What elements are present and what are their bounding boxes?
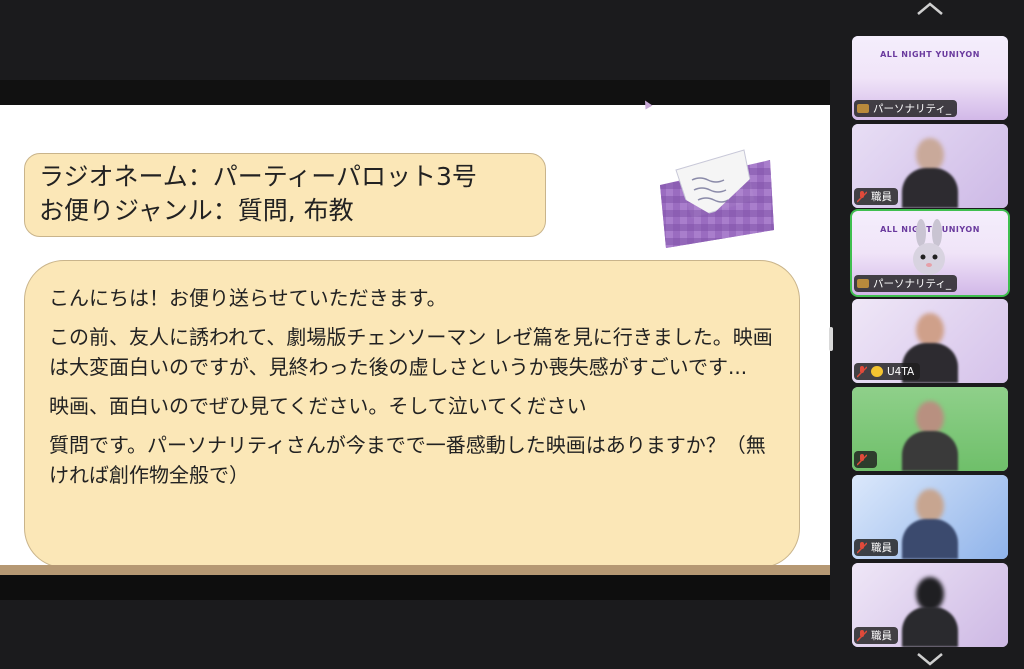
participant-name-tag: U4TA bbox=[854, 363, 921, 380]
mic-muted-icon bbox=[857, 629, 867, 642]
letter-message-box: こんにちは！お便り送らせていただきます。 この前、友人に誘われて、劇場版チェンソ… bbox=[24, 260, 800, 568]
participant-name-tag: 職員 bbox=[854, 539, 898, 556]
participant-tile[interactable]: U4TA bbox=[852, 299, 1008, 383]
participant-name-tag: 職員 bbox=[854, 188, 898, 205]
participant-tile[interactable]: 職員 bbox=[852, 563, 1008, 647]
radio-icon bbox=[857, 104, 869, 113]
participant-tile-active[interactable]: ALL NIGHT YUNIYON パーソナリティ_ bbox=[850, 209, 1010, 297]
radio-icon bbox=[857, 279, 869, 288]
genre-line: お便りジャンル：質問, 布教 bbox=[39, 196, 354, 225]
participant-tile[interactable] bbox=[852, 387, 1008, 471]
participant-panel: ALL NIGHT YUNIYON パーソナリティ_ 職員 ALL NIGHT … bbox=[850, 36, 1010, 648]
participant-tile[interactable]: ALL NIGHT YUNIYON パーソナリティ_ bbox=[852, 36, 1008, 120]
slide-bottom-strip bbox=[0, 575, 830, 600]
chevron-up-icon[interactable] bbox=[916, 2, 944, 16]
slide-footer-bar bbox=[0, 565, 830, 575]
shared-screen: ラジオネーム：パーティーパロット3号 お便りジャンル：質問, 布教 こんにちは！… bbox=[0, 80, 830, 600]
radio-name-line: ラジオネーム：パーティーパロット3号 bbox=[39, 162, 477, 191]
rabbit-avatar-icon bbox=[913, 219, 945, 275]
message-paragraph: 質問です。パーソナリティさんが今までで一番感動した映画はありますか？（無ければ創… bbox=[49, 433, 766, 487]
message-paragraph: この前、友人に誘われて、劇場版チェンソーマン レゼ篇を見に行きました。映画は大変… bbox=[49, 325, 773, 379]
participant-name-tag: パーソナリティ_ bbox=[854, 100, 958, 117]
slide: ラジオネーム：パーティーパロット3号 お便りジャンル：質問, 布教 こんにちは！… bbox=[0, 105, 830, 572]
participant-video bbox=[902, 577, 958, 647]
poster-title: ALL NIGHT YUNIYON bbox=[880, 50, 980, 59]
meeting-window: ラジオネーム：パーティーパロット3号 お便りジャンル：質問, 布教 こんにちは！… bbox=[0, 0, 1024, 669]
message-paragraph: 映画、面白いのでぜひ見てください。そして泣いてください bbox=[49, 394, 587, 418]
participant-name-tag: パーソナリティ_ bbox=[854, 275, 958, 292]
participant-name: パーソナリティ_ bbox=[873, 278, 952, 290]
participant-name: 職員 bbox=[871, 191, 892, 203]
envelope-icon bbox=[660, 149, 774, 248]
mic-muted-icon bbox=[857, 453, 867, 466]
participant-video bbox=[902, 401, 958, 471]
mic-muted-icon bbox=[857, 365, 867, 378]
panel-resize-handle[interactable] bbox=[829, 327, 833, 351]
participant-video bbox=[902, 489, 958, 559]
mic-muted-icon bbox=[857, 541, 867, 554]
participant-name-tag bbox=[854, 451, 877, 468]
message-paragraph: こんにちは！お便り送らせていただきます。 bbox=[49, 286, 447, 310]
participant-name: パーソナリティ_ bbox=[873, 103, 952, 115]
radio-name-box: ラジオネーム：パーティーパロット3号 お便りジャンル：質問, 布教 bbox=[24, 153, 546, 237]
participant-tile[interactable]: 職員 bbox=[852, 124, 1008, 208]
mic-muted-icon bbox=[857, 190, 867, 203]
chick-icon bbox=[871, 366, 883, 377]
participant-name: 職員 bbox=[871, 630, 892, 642]
participant-name: U4TA bbox=[887, 365, 915, 378]
participant-video bbox=[902, 138, 958, 208]
participant-name: 職員 bbox=[871, 542, 892, 554]
chevron-down-icon[interactable] bbox=[916, 652, 944, 666]
participant-tile[interactable]: 職員 bbox=[852, 475, 1008, 559]
participant-name-tag: 職員 bbox=[854, 627, 898, 644]
